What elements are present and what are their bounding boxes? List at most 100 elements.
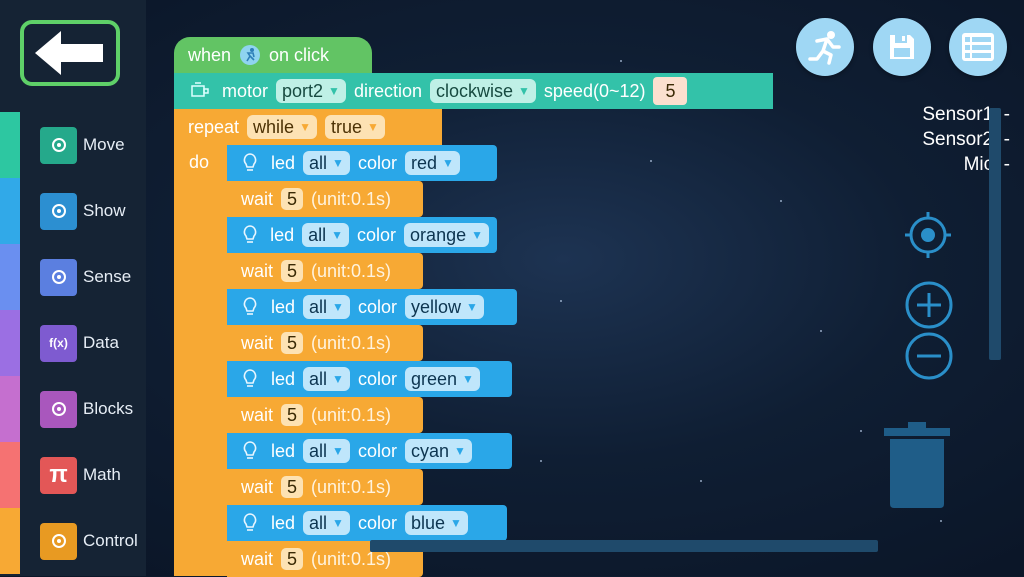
category-color-stripe [0,244,20,310]
wait-block[interactable]: wait 5 (unit:0.1s) [227,181,423,217]
back-arrow-icon [35,31,103,75]
wait-block[interactable]: wait 5 (unit:0.1s) [227,253,423,289]
zoom-in-icon[interactable] [904,280,954,330]
led-label: led [270,224,295,245]
led-color-block[interactable]: led all ▼ color green ▼ [227,361,512,397]
chevron-down-icon: ▼ [462,372,474,386]
wait-unit-label: (unit:0.1s) [311,476,392,497]
led-label: led [271,296,296,317]
led-color-block[interactable]: led all ▼ color red ▼ [227,145,497,181]
wait-value-input[interactable]: 5 [281,404,304,426]
led-color-dropdown[interactable]: red ▼ [404,151,460,175]
wait-value-input[interactable]: 5 [281,332,304,354]
wait-unit-label: (unit:0.1s) [311,332,392,353]
led-label: led [271,512,296,533]
wait-block[interactable]: wait 5 (unit:0.1s) [227,325,423,361]
lightbulb-icon [239,296,261,318]
category-move[interactable]: Move [0,112,146,178]
color-label: color [357,152,397,173]
led-target-dropdown[interactable]: all ▼ [303,439,350,463]
led-color-value: red [410,152,437,173]
wait-value-input[interactable]: 5 [281,476,304,498]
chevron-down-icon: ▼ [331,228,344,242]
category-show[interactable]: Show [0,178,146,244]
category-control[interactable]: Control [0,508,146,574]
wait-block[interactable]: wait 5 (unit:0.1s) [227,469,423,505]
repeat-label: repeat [188,116,240,137]
chevron-down-icon: ▼ [367,120,379,134]
category-data[interactable]: f(x) Data [0,310,146,376]
chevron-down-icon: ▼ [518,84,530,98]
category-label: Control [83,531,138,550]
led-color-block[interactable]: led all ▼ color yellow ▼ [227,289,517,325]
wait-unit-label: (unit:0.1s) [311,404,392,425]
color-label: color [357,296,397,317]
led-color-value: yellow [410,296,461,317]
speed-input[interactable]: 5 [653,77,688,105]
led-light-icon [40,192,77,230]
menu-list-button[interactable] [949,18,1007,76]
category-math[interactable]: π Math [0,442,146,508]
recenter-icon[interactable] [903,210,953,260]
direction-dropdown[interactable]: clockwise ▼ [429,79,536,103]
led-color-block[interactable]: led all ▼ color cyan ▼ [227,433,512,469]
chevron-down-icon: ▼ [332,516,344,530]
led-target-value: all [309,296,328,317]
condition-value: true [330,116,362,137]
led-target-dropdown[interactable]: all ▼ [303,151,350,175]
sensor-label: Sensor2: [922,129,999,150]
horizontal-scrollbar[interactable] [370,540,878,552]
run-button[interactable] [796,18,854,76]
led-color-block[interactable]: led all ▼ color orange ▼ [227,217,497,253]
category-color-stripe [0,376,20,442]
save-button[interactable] [873,18,931,76]
back-button[interactable] [20,20,120,86]
led-color-value: blue [410,512,445,533]
chevron-down-icon: ▼ [453,444,466,458]
condition-dropdown[interactable]: true ▼ [324,115,385,139]
direction-value: clockwise [435,80,514,101]
lightbulb-icon [239,440,261,462]
led-color-dropdown[interactable]: green ▼ [404,367,480,391]
wait-label: wait [241,188,274,209]
port-dropdown[interactable]: port2 ▼ [276,79,346,103]
chevron-down-icon: ▼ [332,372,344,386]
led-color-dropdown[interactable]: cyan ▼ [404,439,472,463]
lightbulb-icon [239,224,260,246]
repeat-block[interactable]: repeat while ▼ true ▼ [174,109,442,145]
wait-label: wait [241,548,274,569]
category-sense[interactable]: Sense [0,244,146,310]
wait-label: wait [241,332,274,353]
category-color-stripe [0,178,20,244]
wait-block[interactable]: wait 5 (unit:0.1s) [227,397,423,433]
category-blocks[interactable]: Blocks [0,376,146,442]
do-label: do [189,152,210,172]
led-color-dropdown[interactable]: yellow ▼ [404,295,484,319]
color-label: color [357,440,397,461]
when-on-click-block[interactable]: when on click [174,37,372,73]
function-icon: f(x) [40,324,77,362]
led-color-block[interactable]: led all ▼ color blue ▼ [227,505,507,541]
led-target-dropdown[interactable]: all ▼ [303,295,350,319]
zoom-out-icon[interactable] [904,331,954,381]
led-color-dropdown[interactable]: orange ▼ [404,223,489,247]
led-color-dropdown[interactable]: blue ▼ [404,511,468,535]
color-label: color [357,512,397,533]
repeat-block-body [174,145,227,576]
trash-icon[interactable] [884,422,950,508]
wait-value-input[interactable]: 5 [281,548,304,570]
vertical-scrollbar[interactable] [989,108,1001,360]
led-target-dropdown[interactable]: all ▼ [302,223,350,247]
led-target-dropdown[interactable]: all ▼ [303,511,350,535]
chevron-down-icon: ▼ [332,300,344,314]
wait-value-input[interactable]: 5 [281,260,304,282]
floppy-disk-icon [890,35,914,59]
led-target-dropdown[interactable]: all ▼ [303,367,350,391]
port-value: port2 [282,80,324,101]
motor-block[interactable]: motor port2 ▼ direction clockwise ▼ speed(… [174,73,773,109]
motor-icon [191,82,209,97]
wait-value-input[interactable]: 5 [281,188,304,210]
direction-label: direction [353,80,422,101]
sensor-value: - [1003,154,1010,175]
repeat-mode-dropdown[interactable]: while ▼ [247,115,317,139]
